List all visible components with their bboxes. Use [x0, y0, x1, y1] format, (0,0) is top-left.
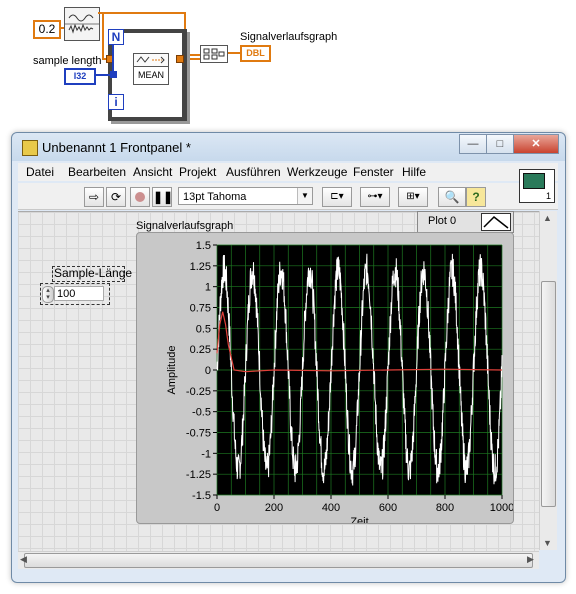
build-array-node[interactable]	[200, 45, 228, 63]
labview-app-icon	[22, 140, 38, 156]
connector-pane[interactable]: 1	[519, 169, 555, 203]
minimize-button[interactable]: —	[459, 134, 487, 154]
y-tick-label: 0.75	[190, 303, 211, 315]
menu-bar: Datei Bearbeiten Ansicht Projekt Ausführ…	[18, 163, 558, 181]
graph-label[interactable]: Signalverlaufsgraph	[136, 220, 233, 232]
scroll-right-icon[interactable]: ▶	[527, 554, 534, 565]
pause-icon[interactable]: ❚❚	[152, 187, 173, 207]
abort-icon[interactable]	[130, 187, 150, 207]
loop-count-terminal[interactable]: N	[108, 29, 124, 45]
scroll-up-icon[interactable]: ▲	[541, 213, 554, 223]
y-tick-label: 1	[205, 282, 211, 294]
resize-icon[interactable]: ⊞▾	[398, 187, 428, 207]
x-tick-label: 600	[379, 502, 397, 514]
mean-vi[interactable]: MEAN	[133, 53, 169, 85]
y-tick-label: -1.25	[186, 469, 211, 481]
y-tick-label: 0	[205, 365, 211, 377]
vertical-scroll-thumb[interactable]	[541, 281, 556, 507]
build-array-icon	[203, 48, 225, 60]
y-tick-label: 0.5	[196, 323, 211, 335]
iteration-terminal[interactable]: i	[108, 94, 124, 110]
menu-ansicht[interactable]: Ansicht	[133, 165, 172, 179]
y-tick-label: -0.25	[186, 386, 211, 398]
menu-bearbeiten[interactable]: Bearbeiten	[68, 165, 126, 179]
font-select[interactable]: 13pt Tahoma ▼	[178, 187, 313, 205]
dbl-graph-terminal[interactable]: DBL	[240, 45, 271, 62]
menu-datei[interactable]: Datei	[26, 165, 54, 179]
menu-fenster[interactable]: Fenster	[353, 165, 394, 179]
search-icon[interactable]: 🔍	[438, 187, 466, 207]
x-tick-label: 200	[265, 502, 283, 514]
align-icon[interactable]: ⊏▾	[322, 187, 352, 207]
control-label[interactable]: Sample-Länge	[54, 266, 132, 280]
sample-length-label: sample length	[33, 55, 102, 67]
x-tick-label: 800	[436, 502, 454, 514]
title-bar[interactable]: Unbenannt 1 Frontpanel * — □ ✕	[12, 133, 565, 161]
increment-decrement-icon[interactable]: ▴ ▾	[42, 286, 54, 303]
waveform-graph[interactable]: 1.5 1.25 1 0.75 0.5 0.25 0 -0.25 -0.5 -0.75 -1 -1.2…	[136, 232, 514, 528]
legend-plot-name: Plot 0	[428, 215, 457, 227]
wire-signal-top	[98, 12, 184, 14]
y-axis-label: Amplitude	[166, 346, 178, 395]
window-title: Unbenannt 1 Frontpanel *	[42, 140, 191, 155]
scroll-left-icon[interactable]: ◀	[20, 554, 27, 565]
close-button[interactable]: ✕	[513, 134, 559, 154]
graph-plot-svg[interactable]: 1.5 1.25 1 0.75 0.5 0.25 0 -0.25 -0.5 -0.75 -1 -1.2…	[137, 233, 514, 528]
x-tick-label: 400	[322, 502, 340, 514]
legend-line-icon[interactable]	[481, 213, 511, 231]
x-tick-label: 0	[214, 502, 220, 514]
y-tick-label: -0.5	[192, 407, 211, 419]
chevron-down-icon[interactable]: ▼	[297, 188, 312, 204]
vi-icon	[523, 173, 545, 189]
run-arrow-icon[interactable]: ⇨	[84, 187, 104, 207]
mean-vi-icon-area	[134, 54, 168, 67]
wire-signal-down	[102, 12, 104, 60]
y-tick-label: -1	[201, 448, 211, 460]
connector-pane-number: 1	[545, 191, 551, 201]
signal-generator-vi[interactable]	[64, 7, 100, 41]
shift-register-out	[176, 55, 184, 63]
y-tick-label: 1.5	[196, 240, 211, 252]
x-tick-label: 1000	[490, 502, 513, 514]
toolbar: ⇨ ⟳ ❚❚ 13pt Tahoma ▼ ⊏▾ ⊶▾ ⊞▾ 🔍 ?	[18, 183, 558, 210]
signal-generator-icon	[65, 14, 99, 34]
maximize-button[interactable]: □	[486, 134, 514, 154]
y-tick-label: -0.75	[186, 428, 211, 440]
horizontal-scroll-thumb[interactable]	[24, 553, 533, 568]
run-continuously-icon[interactable]: ⟳	[106, 187, 126, 207]
menu-ausfuehren[interactable]: Ausführen	[226, 165, 281, 179]
menu-werkzeuge[interactable]: Werkzeuge	[287, 165, 347, 179]
constant-0-2[interactable]: 0.2	[33, 20, 61, 39]
menu-hilfe[interactable]: Hilfe	[402, 165, 426, 179]
help-icon[interactable]: ?	[466, 187, 486, 207]
scroll-down-icon[interactable]: ▼	[541, 538, 554, 548]
y-tick-label: 1.25	[190, 261, 211, 273]
font-select-value: 13pt Tahoma	[183, 191, 247, 203]
frontpanel-window: Unbenannt 1 Frontpanel * — □ ✕ Datei Bea…	[11, 132, 566, 583]
mean-wave-icon	[136, 56, 165, 64]
tunnel-blue	[110, 71, 117, 78]
mean-vi-label: MEAN	[137, 70, 164, 80]
y-tick-label: -1.5	[192, 490, 211, 502]
menu-projekt[interactable]: Projekt	[179, 165, 216, 179]
y-tick-label: 0.25	[190, 344, 211, 356]
wire-to-graph	[226, 52, 240, 54]
x-axis-label: Zeit	[350, 516, 368, 523]
sample-length-input[interactable]: 100	[54, 286, 104, 301]
graph-terminal-label: Signalverlaufsgraph	[240, 31, 338, 43]
distribute-icon[interactable]: ⊶▾	[360, 187, 390, 207]
i32-terminal[interactable]: I32	[64, 68, 96, 85]
